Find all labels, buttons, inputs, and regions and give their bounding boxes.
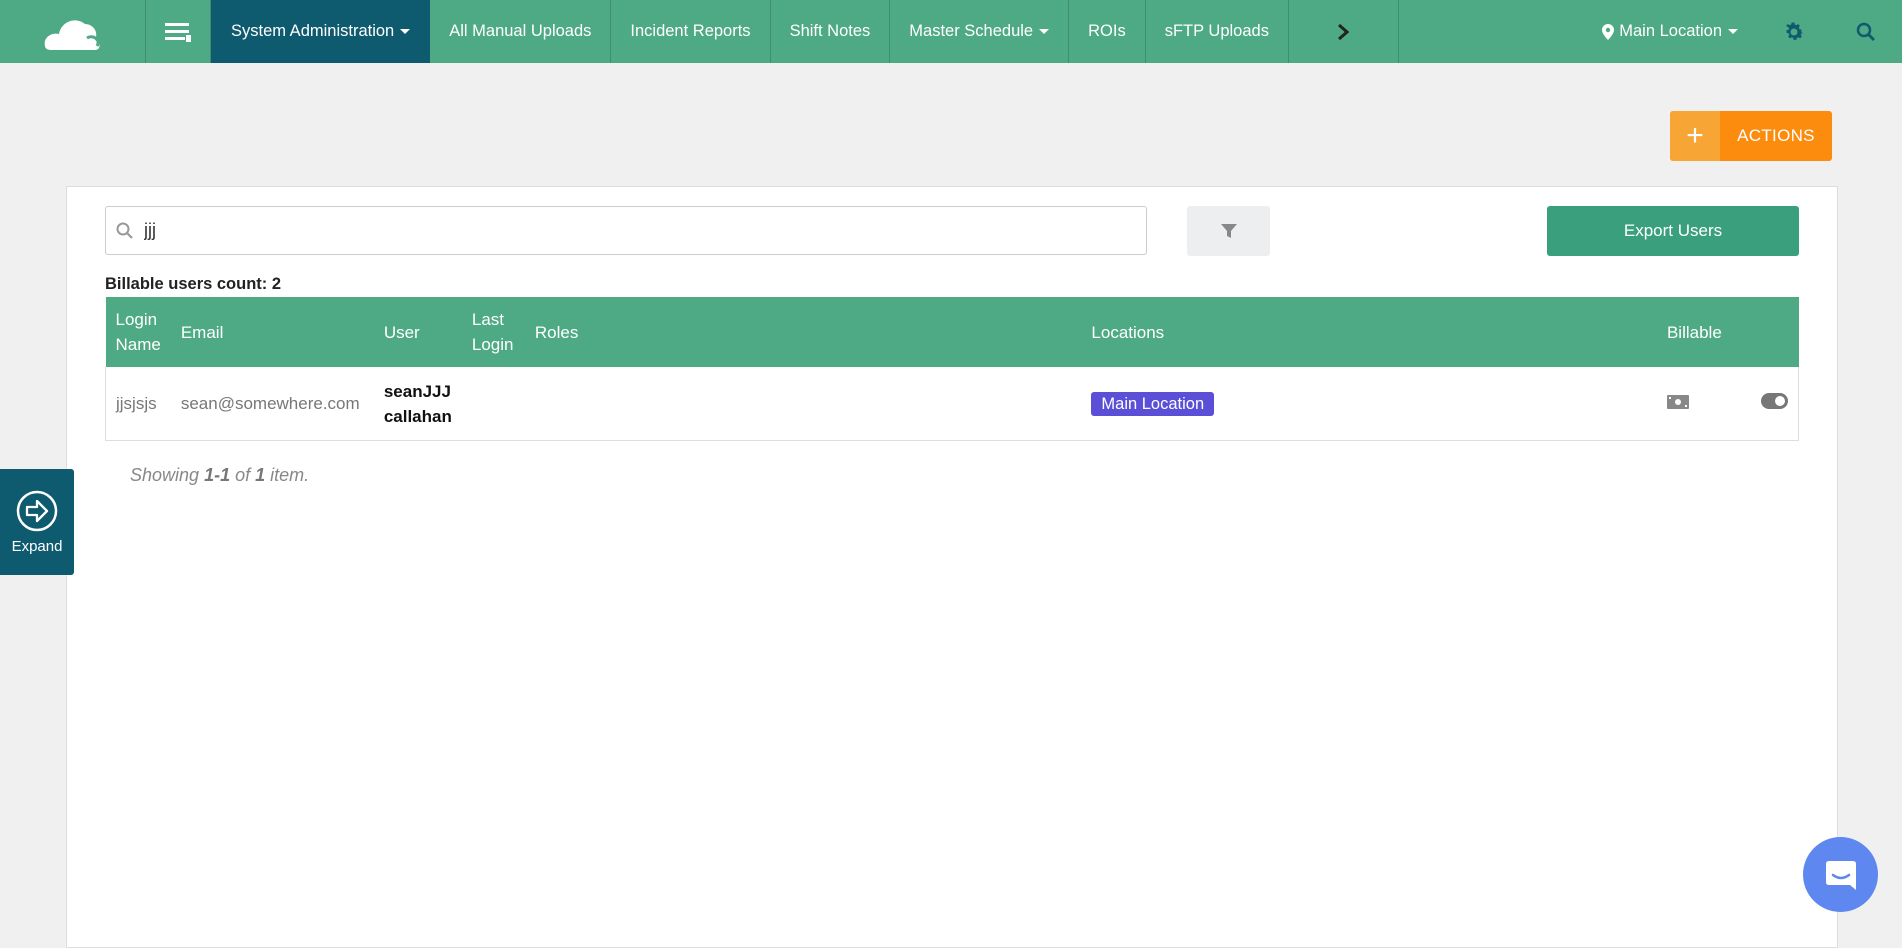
column-header-status bbox=[1751, 297, 1799, 367]
top-navbar: System Administration All Manual Uploads… bbox=[0, 0, 1902, 63]
map-pin-icon bbox=[1602, 23, 1615, 40]
search-icon bbox=[1856, 22, 1875, 41]
filter-icon bbox=[1220, 224, 1237, 238]
location-badge: Main Location bbox=[1091, 391, 1215, 416]
arrow-circle-right-icon bbox=[16, 490, 58, 531]
chat-launcher-button[interactable] bbox=[1803, 837, 1878, 912]
summary-suffix: item. bbox=[270, 465, 310, 485]
expand-label: Expand bbox=[11, 537, 63, 555]
filter-button[interactable] bbox=[1187, 206, 1270, 256]
column-header-last-login[interactable]: Last Login bbox=[461, 297, 525, 367]
summary-of: of bbox=[235, 465, 251, 485]
app-logo[interactable] bbox=[0, 0, 146, 63]
last-login-cell bbox=[461, 367, 525, 441]
nav-label: System Administration bbox=[231, 22, 395, 40]
money-bill-icon bbox=[1666, 394, 1689, 409]
location-selector[interactable]: Main Location bbox=[1582, 0, 1758, 63]
plus-icon: + bbox=[1670, 111, 1720, 161]
column-header-billable[interactable]: Billable bbox=[1656, 297, 1751, 367]
summary-prefix: Showing bbox=[130, 465, 200, 485]
summary-range: 1-1 bbox=[204, 465, 231, 485]
column-header-user[interactable]: User bbox=[373, 297, 462, 367]
search-input[interactable] bbox=[144, 207, 1146, 254]
caret-down-icon bbox=[1039, 29, 1050, 34]
user-cell: seanJJJ callahan bbox=[373, 367, 462, 441]
status-toggle[interactable] bbox=[1761, 393, 1788, 409]
menu-toggle-button[interactable] bbox=[146, 0, 211, 63]
hamburger-menu-icon bbox=[165, 22, 191, 42]
nav-label: Master Schedule bbox=[909, 22, 1034, 40]
search-icon bbox=[106, 222, 144, 240]
user-last-name: callahan bbox=[383, 406, 452, 426]
billable-users-count: Billable users count: 2 bbox=[105, 275, 282, 293]
email-cell: sean@somewhere.com bbox=[170, 367, 374, 441]
nav-more-button[interactable] bbox=[1289, 0, 1399, 63]
locations-cell: Main Location bbox=[1081, 367, 1657, 441]
chevron-right-icon bbox=[1338, 23, 1350, 40]
summary-total: 1 bbox=[255, 465, 266, 485]
nav-label: Incident Reports bbox=[630, 22, 751, 40]
nav-shift-notes[interactable]: Shift Notes bbox=[771, 0, 891, 63]
cloud-hat-logo-icon bbox=[44, 19, 99, 50]
chat-bubble-icon bbox=[1825, 860, 1856, 890]
login-name-cell: jjsjsjs bbox=[104, 367, 171, 441]
user-first-name: seanJJJ bbox=[383, 381, 451, 401]
roles-cell bbox=[524, 367, 1082, 441]
pagination-summary: Showing 1-1 of 1 item. bbox=[130, 465, 309, 486]
export-users-button[interactable]: Export Users bbox=[1547, 206, 1799, 256]
nav-label: ROIs bbox=[1088, 22, 1126, 40]
settings-button[interactable] bbox=[1758, 0, 1830, 63]
nav-label: sFTP Uploads bbox=[1164, 22, 1269, 40]
column-header-login-name[interactable]: Login Name bbox=[105, 297, 171, 367]
column-header-locations[interactable]: Locations bbox=[1081, 297, 1657, 367]
users-panel: Export Users Billable users count: 2 Log… bbox=[66, 186, 1838, 948]
caret-down-icon bbox=[1728, 29, 1738, 34]
nav-sftp-uploads[interactable]: sFTP Uploads bbox=[1146, 0, 1289, 63]
table-header-row: Login Name Email User Last Login Roles L… bbox=[105, 297, 1799, 367]
column-header-email[interactable]: Email bbox=[170, 297, 374, 367]
expand-sidebar-button[interactable]: Expand bbox=[0, 469, 74, 575]
nav-label: Shift Notes bbox=[789, 22, 871, 40]
actions-label: ACTIONS bbox=[1737, 126, 1815, 145]
search-field[interactable] bbox=[105, 206, 1147, 255]
location-label: Main Location bbox=[1619, 22, 1722, 40]
caret-down-icon bbox=[400, 29, 411, 34]
users-table: Login Name Email User Last Login Roles L… bbox=[104, 297, 1799, 441]
billable-cell bbox=[1656, 367, 1751, 441]
column-header-roles[interactable]: Roles bbox=[524, 297, 1082, 367]
nav-rois[interactable]: ROIs bbox=[1069, 0, 1146, 63]
table-row[interactable]: jjsjsjs sean@somewhere.com seanJJJ calla… bbox=[104, 367, 1799, 441]
nav-all-manual-uploads[interactable]: All Manual Uploads bbox=[430, 0, 612, 63]
nav-master-schedule[interactable]: Master Schedule bbox=[890, 0, 1070, 63]
nav-label: All Manual Uploads bbox=[449, 22, 592, 40]
status-toggle-cell bbox=[1751, 367, 1799, 441]
nav-incident-reports[interactable]: Incident Reports bbox=[611, 0, 771, 63]
search-button[interactable] bbox=[1830, 0, 1902, 63]
gear-icon bbox=[1786, 22, 1804, 40]
nav-system-administration[interactable]: System Administration bbox=[211, 0, 431, 63]
actions-button[interactable]: + ACTIONS bbox=[1670, 111, 1832, 161]
